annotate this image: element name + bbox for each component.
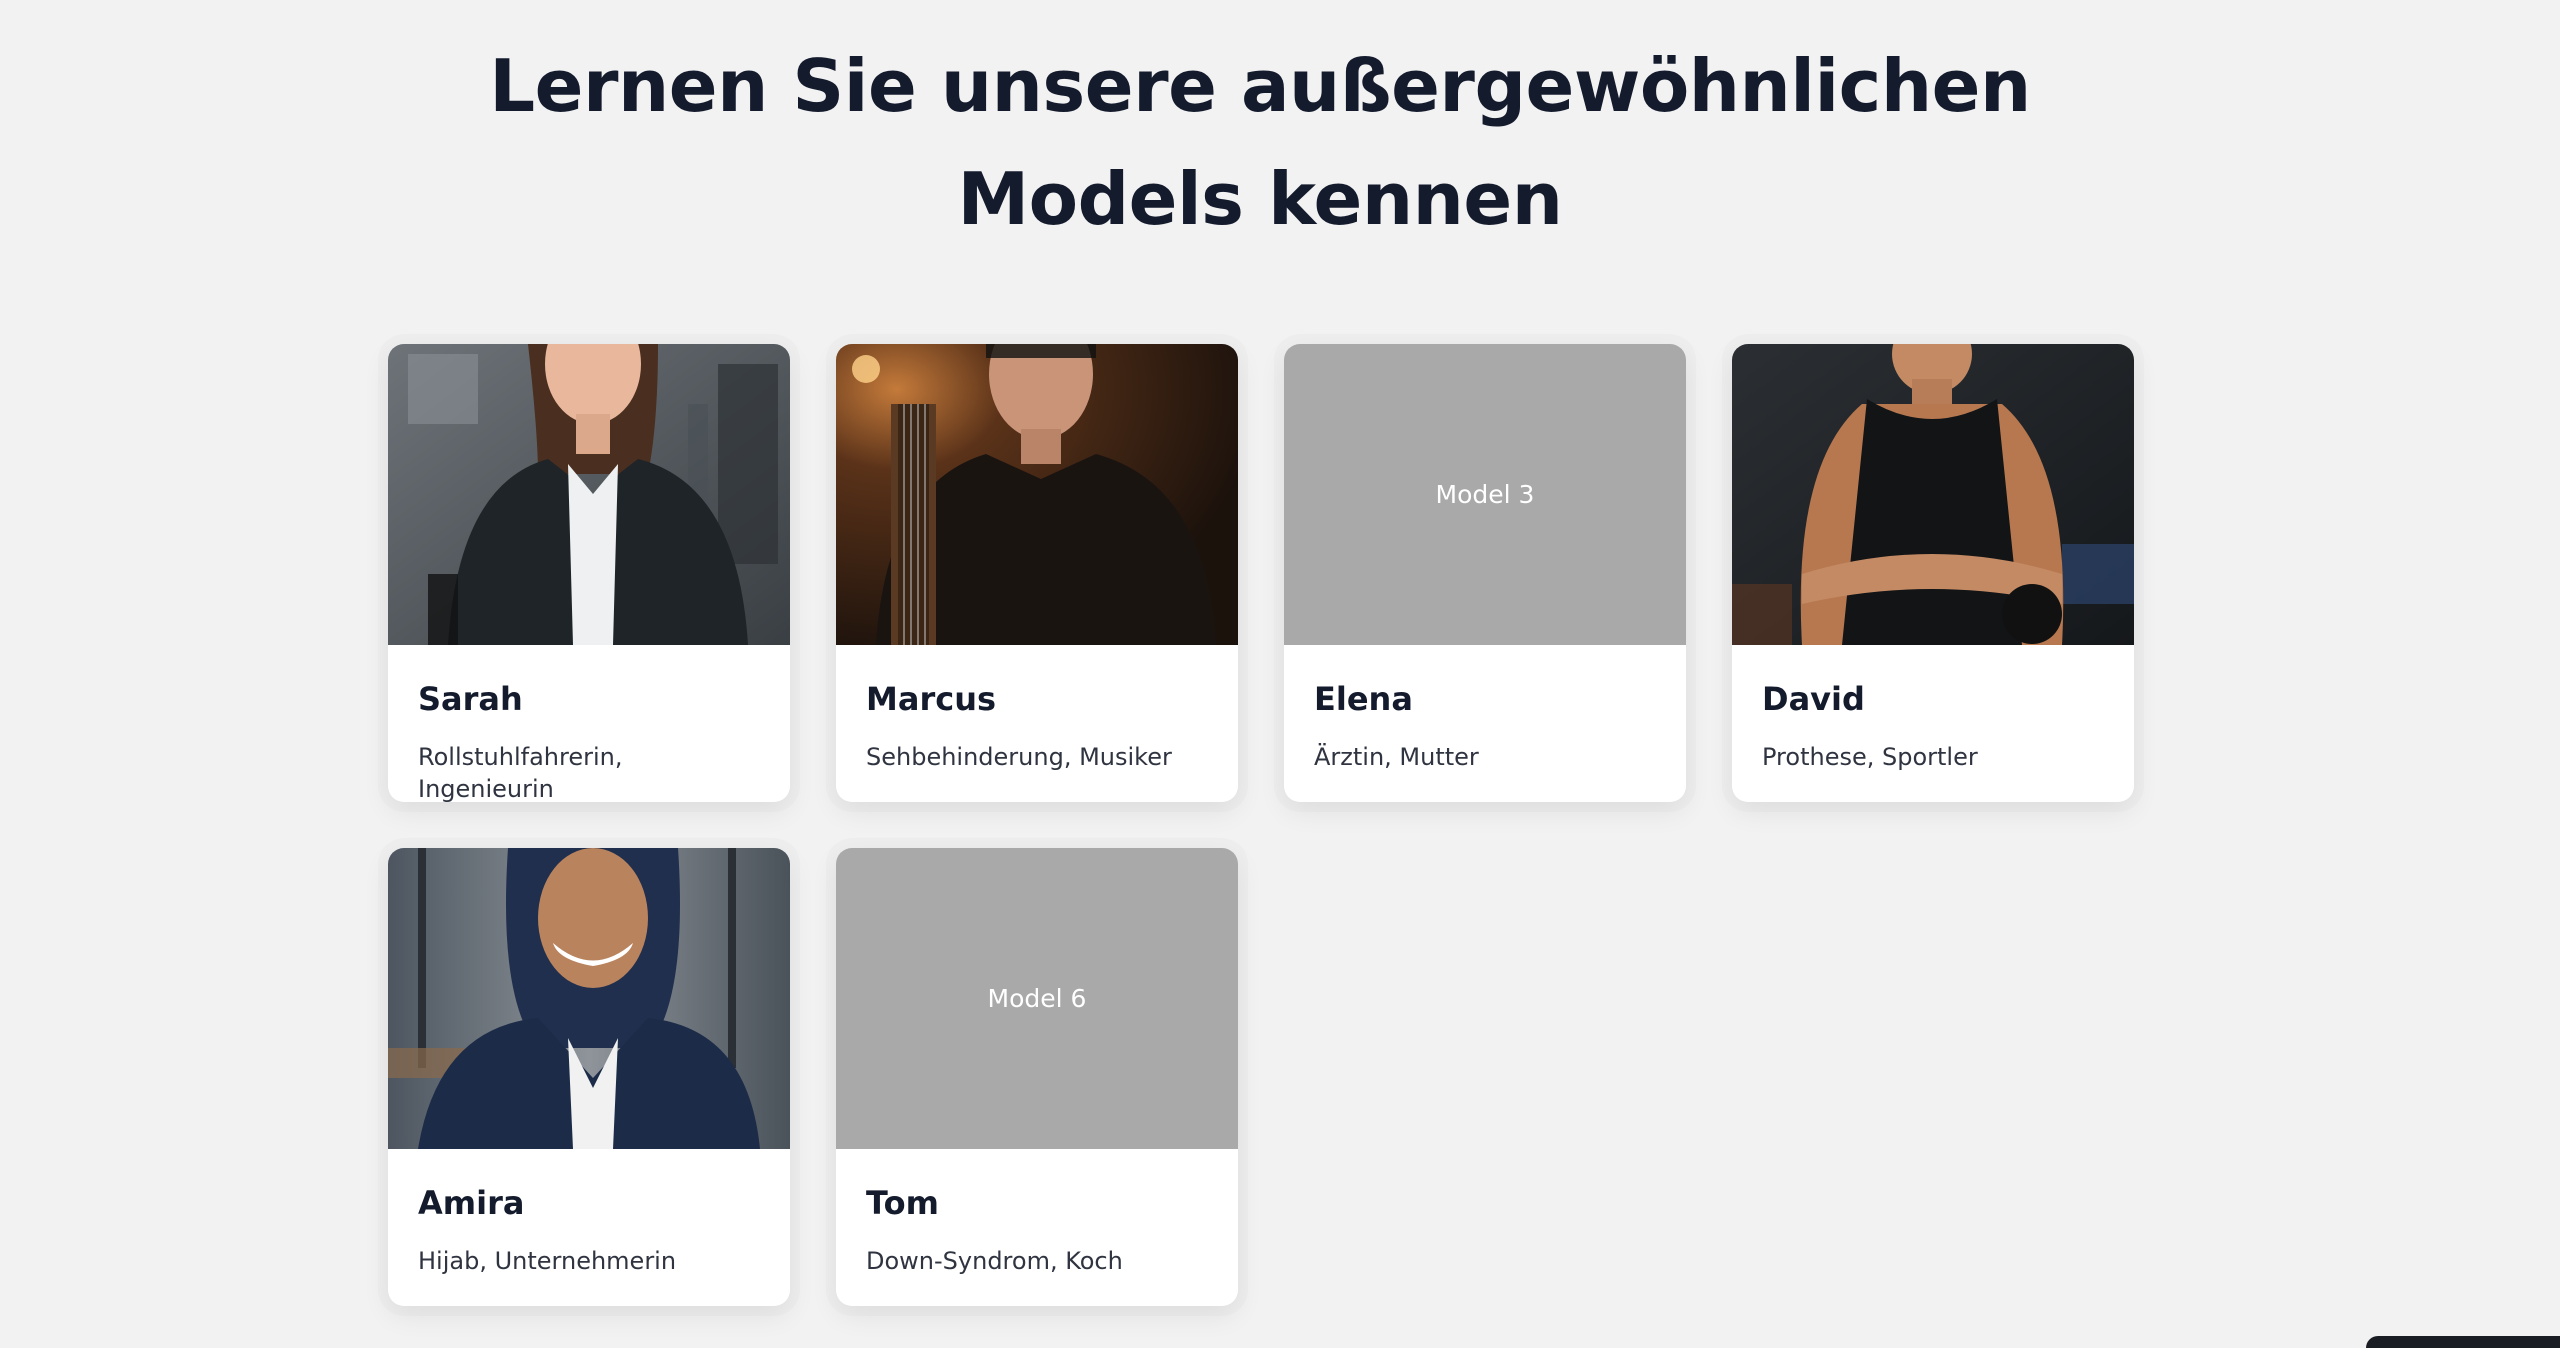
model-card-body: Tom Down-Syndrom, Koch bbox=[836, 1149, 1238, 1277]
model-photo bbox=[388, 344, 790, 645]
model-card-sarah[interactable]: Sarah Rollstuhlfahrerin, Ingenieurin bbox=[388, 344, 790, 802]
model-card-tom[interactable]: Model 6 Tom Down-Syndrom, Koch bbox=[836, 848, 1238, 1306]
model-card-elena[interactable]: Model 3 Elena Ärztin, Mutter bbox=[1284, 344, 1686, 802]
model-description: Sehbehinderung, Musiker bbox=[866, 743, 1172, 771]
placeholder-label: Model 3 bbox=[1435, 480, 1535, 509]
model-photo bbox=[388, 848, 790, 1149]
model-photo bbox=[1732, 344, 2134, 645]
model-description: Prothese, Sportler bbox=[1762, 743, 1978, 771]
model-description: Hijab, Unternehmerin bbox=[418, 1247, 677, 1275]
model-card-body: Sarah Rollstuhlfahrerin, Ingenieurin bbox=[388, 645, 790, 802]
model-card-marcus[interactable]: Marcus Sehbehinderung, Musiker bbox=[836, 344, 1238, 802]
model-photo-placeholder: Model 6 bbox=[836, 848, 1238, 1149]
page-heading-line-2: Models kennen bbox=[957, 157, 1563, 241]
page: Lernen Sie unsere außergewöhnlichen Mode… bbox=[0, 0, 2560, 1348]
model-card-body: Elena Ärztin, Mutter bbox=[1284, 645, 1686, 773]
model-card-body: Amira Hijab, Unternehmerin bbox=[388, 1149, 790, 1277]
model-name: Sarah bbox=[418, 680, 523, 718]
model-description: Ärztin, Mutter bbox=[1314, 743, 1479, 771]
page-heading: Lernen Sie unsere außergewöhnlichen Mode… bbox=[0, 30, 2520, 256]
placeholder-label: Model 6 bbox=[987, 984, 1087, 1013]
model-card-body: Marcus Sehbehinderung, Musiker bbox=[836, 645, 1238, 773]
model-name: Amira bbox=[418, 1184, 525, 1222]
model-photo-placeholder: Model 3 bbox=[1284, 344, 1686, 645]
models-grid: Sarah Rollstuhlfahrerin, Ingenieurin Mar… bbox=[388, 344, 2134, 1306]
model-photo-amira bbox=[388, 848, 790, 1149]
model-card-body: David Prothese, Sportler bbox=[1732, 645, 2134, 773]
page-heading-line-1: Lernen Sie unsere außergewöhnlichen bbox=[489, 44, 2031, 128]
model-description: Rollstuhlfahrerin, Ingenieurin bbox=[418, 743, 623, 802]
model-photo-sarah bbox=[388, 344, 790, 645]
model-card-amira[interactable]: Amira Hijab, Unternehmerin bbox=[388, 848, 790, 1306]
model-name: Elena bbox=[1314, 680, 1413, 718]
floating-widget-tab[interactable] bbox=[2366, 1336, 2560, 1348]
model-name: Tom bbox=[866, 1184, 939, 1222]
model-card-david[interactable]: David Prothese, Sportler bbox=[1732, 344, 2134, 802]
model-photo-marcus bbox=[836, 344, 1238, 645]
model-description: Down-Syndrom, Koch bbox=[866, 1247, 1123, 1275]
model-name: David bbox=[1762, 680, 1865, 718]
model-photo-david bbox=[1732, 344, 2134, 645]
model-name: Marcus bbox=[866, 680, 997, 718]
model-photo bbox=[836, 344, 1238, 645]
